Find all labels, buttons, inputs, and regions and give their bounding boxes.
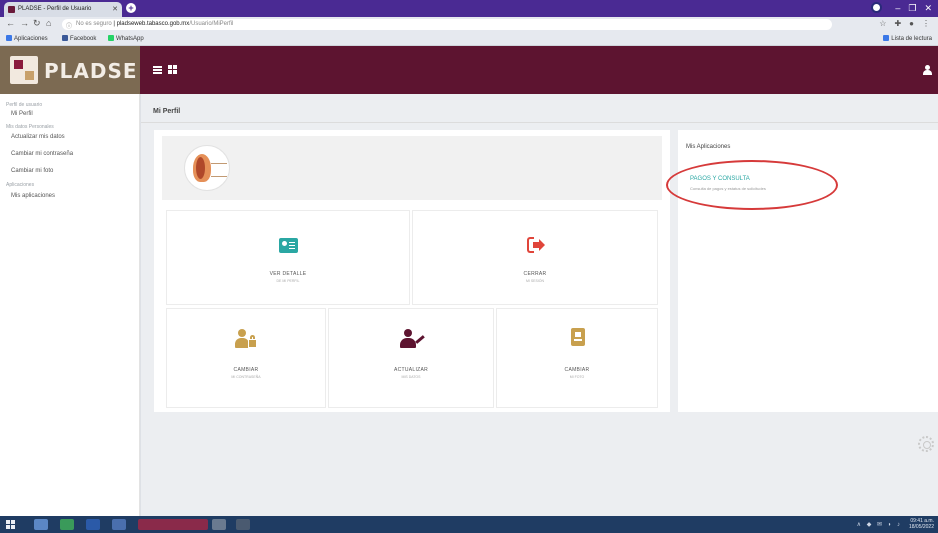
- menu-icon[interactable]: ⋮: [922, 19, 930, 28]
- apps-icon: [6, 35, 12, 41]
- app-icon[interactable]: [236, 519, 250, 530]
- system-tray[interactable]: ∧ ◆ ✉ ◗ ♪: [857, 521, 902, 528]
- sidebar-section-title: Mis datos Personales: [6, 124, 54, 130]
- app-icon[interactable]: [212, 519, 226, 530]
- sidebar-section-title: Perfil de usuario: [6, 102, 43, 108]
- browser-tab[interactable]: PLADSE - Perfil de Usuario ✕: [4, 2, 122, 17]
- clock[interactable]: 09:41 a.m. 18/05/2022: [909, 518, 934, 530]
- actualizar-datos-tile[interactable]: ACTUALIZAR MIS DATOS: [328, 308, 494, 408]
- highlight-annotation: [666, 160, 838, 210]
- bookmarks-bar: Aplicaciones Facebook WhatsApp Lista de …: [0, 32, 938, 46]
- close-window-button[interactable]: ✕: [924, 2, 932, 14]
- excel-icon[interactable]: [60, 519, 74, 530]
- bookmark-label: WhatsApp: [116, 36, 144, 42]
- not-secure-icon: ⓘ: [66, 24, 73, 30]
- user-lock-icon: [235, 329, 257, 349]
- sidebar-item-cambiar-contrasena[interactable]: Cambiar mi contraseña: [11, 151, 73, 157]
- back-icon[interactable]: ←: [6, 18, 15, 28]
- tile-label: CAMBIAR: [233, 367, 259, 373]
- sidebar-item-mis-aplicaciones[interactable]: Mis aplicaciones: [11, 193, 55, 199]
- star-icon[interactable]: ☆: [879, 19, 886, 28]
- favicon-icon: [8, 6, 15, 13]
- sidebar-section-title: Aplicaciones: [6, 182, 35, 188]
- main-content: Mi Perfil VER DETALLE DE MI PERFIL CERRA…: [141, 94, 938, 516]
- account-icon[interactable]: ●: [909, 19, 914, 28]
- word-icon[interactable]: [86, 519, 100, 530]
- sidebar-item-actualizar-datos[interactable]: Actualizar mis datos: [11, 134, 65, 140]
- tile-sublabel: MIS DATOS: [401, 375, 421, 379]
- reading-list-icon: [883, 35, 890, 41]
- cambiar-contrasena-tile[interactable]: CAMBIAR MI CONTRASEÑA: [166, 308, 326, 408]
- new-tab-button[interactable]: +: [126, 3, 136, 13]
- app-logo[interactable]: PLADSE: [0, 46, 140, 94]
- facebook-icon: [62, 35, 68, 41]
- user-edit-icon: [400, 329, 425, 349]
- tile-label: VER DETALLE: [269, 271, 307, 277]
- home-icon[interactable]: ⌂: [46, 18, 51, 28]
- bookmark-whatsapp[interactable]: WhatsApp: [108, 35, 144, 42]
- chrome-taskbar-app[interactable]: [138, 519, 208, 530]
- address-bar[interactable]: ⓘ No es seguro | pladseweb.tabasco.gob.m…: [62, 19, 832, 30]
- url-host: pladseweb.tabasco.gob.mx: [116, 21, 190, 27]
- tile-sublabel: MI FOTO: [569, 375, 585, 379]
- title-divider: [141, 122, 938, 123]
- profile-header: [162, 136, 662, 200]
- id-card-icon: [279, 238, 298, 253]
- url-security-label: No es seguro: [76, 21, 112, 27]
- ver-detalle-tile[interactable]: VER DETALLE DE MI PERFIL: [166, 210, 410, 305]
- profile-panel: VER DETALLE DE MI PERFIL CERRAR MI SESIÓ…: [154, 130, 670, 412]
- avatar-emblem-detail: [196, 157, 205, 179]
- reload-icon[interactable]: ↻: [33, 18, 41, 29]
- tab-close-icon[interactable]: ✕: [112, 5, 118, 13]
- bookmark-apps[interactable]: Aplicaciones: [6, 35, 48, 42]
- sign-out-icon: [527, 237, 545, 253]
- url-path: /Usuario/MiPerfil: [189, 21, 234, 27]
- browser-profile-icon[interactable]: [871, 2, 882, 13]
- tile-label: ACTUALIZAR: [393, 367, 429, 373]
- page-title: Mi Perfil: [153, 108, 181, 115]
- id-badge-icon: [571, 328, 585, 346]
- maximize-button[interactable]: ❐: [908, 2, 916, 14]
- sidebar-item-cambiar-foto[interactable]: Cambiar mi foto: [11, 168, 53, 174]
- task-view-icon[interactable]: [34, 519, 48, 530]
- clock-date: 18/05/2022: [908, 524, 934, 530]
- app-header: [140, 46, 938, 94]
- tile-label: CERRAR: [523, 271, 547, 277]
- explorer-icon[interactable]: [112, 519, 126, 530]
- avatar-emblem-lines: [211, 163, 227, 177]
- tile-sublabel: MI SESIÓN: [525, 279, 545, 283]
- browser-tab-strip: PLADSE - Perfil de Usuario ✕ + – ❐ ✕: [0, 0, 938, 17]
- whatsapp-icon: [108, 35, 114, 41]
- avatar: [184, 145, 230, 191]
- forward-icon[interactable]: →: [20, 18, 29, 28]
- reading-list[interactable]: Lista de lectura: [883, 35, 932, 42]
- cambiar-foto-tile[interactable]: CAMBIAR MI FOTO: [496, 308, 658, 408]
- user-menu-icon[interactable]: [923, 65, 932, 75]
- menu-toggle-icon[interactable]: [153, 66, 162, 74]
- logo-text: PLADSE: [44, 59, 138, 83]
- extensions-icon[interactable]: ✚: [894, 19, 901, 28]
- apps-grid-icon[interactable]: [168, 65, 177, 74]
- window-controls: – ❐ ✕: [895, 2, 932, 14]
- reading-list-label: Lista de lectura: [891, 36, 932, 42]
- settings-gear-icon[interactable]: [918, 436, 934, 452]
- tile-sublabel: DE MI PERFIL: [276, 279, 300, 283]
- tab-title: PLADSE - Perfil de Usuario: [18, 6, 92, 12]
- bookmark-facebook[interactable]: Facebook: [62, 35, 96, 42]
- apps-panel-title: Mis Aplicaciones: [686, 144, 731, 150]
- sidebar: Perfil de usuario Mi Perfil Mis datos Pe…: [0, 94, 140, 516]
- browser-toolbar: ← → ↻ ⌂ ⓘ No es seguro | pladseweb.tabas…: [0, 17, 938, 32]
- windows-start-icon[interactable]: [6, 520, 15, 529]
- tile-sublabel: MI CONTRASEÑA: [231, 375, 261, 379]
- sidebar-item-mi-perfil[interactable]: Mi Perfil: [11, 111, 33, 117]
- minimize-button[interactable]: –: [895, 2, 900, 14]
- tile-label: CAMBIAR: [564, 367, 590, 373]
- os-taskbar: ∧ ◆ ✉ ◗ ♪ 09:41 a.m. 18/05/2022: [0, 516, 938, 533]
- bookmark-label: Facebook: [70, 36, 97, 42]
- pladse-logo-icon: [10, 56, 38, 84]
- cerrar-sesion-tile[interactable]: CERRAR MI SESIÓN: [412, 210, 658, 305]
- toolbar-actions: ☆ ✚ ● ⋮: [879, 19, 930, 28]
- bookmark-label: Aplicaciones: [14, 36, 48, 42]
